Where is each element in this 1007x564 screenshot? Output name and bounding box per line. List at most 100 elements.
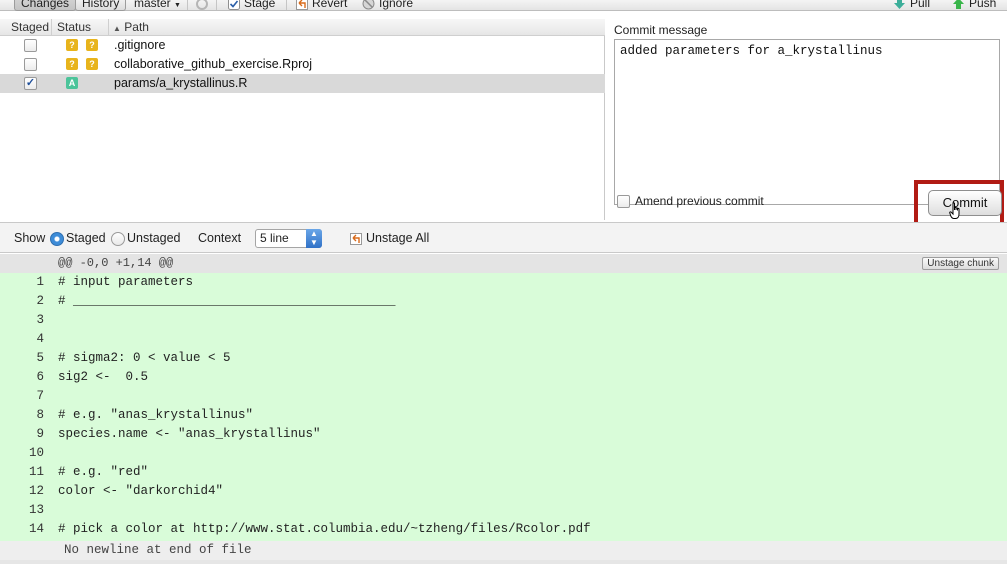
path-column-header[interactable]: ▲ Path bbox=[113, 19, 149, 36]
line-text: sig2 <- 0.5 bbox=[58, 370, 149, 384]
status-added-icon: A bbox=[66, 77, 78, 89]
unstage-icon bbox=[350, 232, 362, 245]
revert-icon bbox=[296, 0, 308, 10]
hunk-header: @@ -0,0 +1,14 @@ Unstage chunk bbox=[0, 254, 1007, 273]
line-number: 5 bbox=[36, 351, 44, 365]
staged-checkbox[interactable] bbox=[24, 39, 37, 52]
line-text: # e.g. "red" bbox=[58, 465, 149, 479]
staged-radio-label: Staged bbox=[66, 231, 106, 245]
file-path: .gitignore bbox=[114, 38, 166, 52]
unstaged-radio-label: Unstaged bbox=[127, 231, 181, 245]
history-tab-label: History bbox=[82, 0, 120, 10]
amend-checkbox-box[interactable] bbox=[617, 195, 630, 209]
context-value: 5 line bbox=[260, 231, 289, 245]
branch-dropdown[interactable]: master ▼ bbox=[134, 0, 181, 11]
staged-checkbox-checked[interactable]: ✓ bbox=[24, 77, 37, 90]
pull-label: Pull bbox=[910, 0, 931, 10]
line-number: 8 bbox=[36, 408, 44, 422]
diff-line: 7 bbox=[0, 387, 1007, 406]
file-list-header: Staged Status ▲ Path bbox=[0, 19, 605, 36]
diff-line: 4 bbox=[0, 330, 1007, 349]
status-column-header[interactable]: Status bbox=[52, 19, 109, 36]
commit-button[interactable]: Commit bbox=[928, 190, 1002, 216]
line-text: # ______________________________________… bbox=[58, 294, 396, 308]
line-number: 7 bbox=[36, 389, 44, 403]
file-path: params/a_krystallinus.R bbox=[114, 76, 248, 90]
push-arrow-icon bbox=[953, 0, 964, 10]
revert-label: Revert bbox=[312, 0, 348, 10]
ignore-icon bbox=[362, 0, 375, 10]
diff-line: 5 # sigma2: 0 < value < 5 bbox=[0, 349, 1007, 368]
sort-ascending-icon: ▲ bbox=[113, 24, 121, 33]
refresh-button[interactable] bbox=[195, 0, 213, 11]
staged-checkbox[interactable] bbox=[24, 58, 37, 71]
line-number: 10 bbox=[28, 446, 44, 460]
line-text: # e.g. "anas_krystallinus" bbox=[58, 408, 254, 422]
line-number: 6 bbox=[36, 370, 44, 384]
status-untracked-icon: ? bbox=[86, 39, 98, 51]
stage-button[interactable]: Stage bbox=[228, 0, 275, 11]
status-untracked-icon: ? bbox=[66, 39, 78, 51]
diff-line: 6 sig2 <- 0.5 bbox=[0, 368, 1007, 387]
revert-button[interactable]: Revert bbox=[296, 0, 347, 11]
no-newline-notice: No newline at end of file bbox=[0, 541, 1007, 560]
toolbar-divider bbox=[216, 0, 217, 10]
push-label: Push bbox=[969, 0, 997, 10]
staged-radio[interactable]: Staged bbox=[50, 230, 106, 247]
unstage-all-button[interactable]: Unstage All bbox=[350, 230, 429, 247]
hand-pointer-icon bbox=[949, 202, 960, 219]
line-number: 12 bbox=[28, 484, 44, 498]
file-row[interactable]: ? ? .gitignore bbox=[0, 36, 605, 55]
diff-line: 8 # e.g. "anas_krystallinus" bbox=[0, 406, 1007, 425]
unstage-chunk-button[interactable]: Unstage chunk bbox=[922, 257, 999, 270]
ignore-button[interactable]: Ignore bbox=[362, 0, 413, 11]
line-number: 3 bbox=[36, 313, 44, 327]
toolbar: Changes History master ▼ Stage Revert Ig… bbox=[0, 0, 1007, 11]
unstaged-radio[interactable]: Unstaged bbox=[111, 230, 181, 247]
line-text: # pick a color at http://www.stat.columb… bbox=[58, 522, 591, 536]
file-list-pane: Staged Status ▲ Path ? ? .gitignore ? ? … bbox=[0, 19, 605, 220]
line-number: 4 bbox=[36, 332, 44, 346]
amend-checkbox[interactable]: Amend previous commit bbox=[617, 193, 764, 209]
stage-label: Stage bbox=[244, 0, 276, 10]
line-number: 1 bbox=[36, 275, 44, 289]
hunk-range: @@ -0,0 +1,14 @@ bbox=[58, 256, 174, 270]
diff-line: 9 species.name <- "anas_krystallinus" bbox=[0, 425, 1007, 444]
diff-line: 14 # pick a color at http://www.stat.colu… bbox=[0, 520, 1007, 539]
diff-line: 12 color <- "darkorchid4" bbox=[0, 482, 1007, 501]
radio-icon[interactable] bbox=[111, 231, 125, 246]
staged-column-header[interactable]: Staged bbox=[0, 19, 52, 36]
line-number: 2 bbox=[36, 294, 44, 308]
changes-tab[interactable]: Changes bbox=[14, 0, 77, 11]
toolbar-divider bbox=[286, 0, 287, 10]
diff-line: 2 # _____________________________________… bbox=[0, 292, 1007, 311]
ignore-label: Ignore bbox=[379, 0, 414, 10]
scrollbar-track[interactable] bbox=[0, 560, 1007, 564]
diff-controls-bar: Show Staged Unstaged Context 5 line ▲ ▼ U… bbox=[0, 222, 1007, 253]
context-select[interactable]: 5 line ▲ ▼ bbox=[255, 229, 322, 248]
line-text: # input parameters bbox=[58, 275, 194, 289]
unstage-all-label: Unstage All bbox=[366, 231, 430, 245]
select-arrows-icon: ▲ ▼ bbox=[306, 229, 322, 248]
refresh-icon bbox=[196, 0, 208, 10]
show-label: Show bbox=[14, 231, 46, 245]
pull-button[interactable]: Pull bbox=[893, 0, 930, 11]
status-untracked-icon: ? bbox=[66, 58, 78, 70]
diff-body: 1 # input parameters 2 # _________________… bbox=[0, 273, 1007, 541]
branch-label: master bbox=[134, 0, 171, 10]
push-button[interactable]: Push bbox=[952, 0, 996, 11]
status-untracked-icon: ? bbox=[86, 58, 98, 70]
pull-arrow-icon bbox=[894, 0, 905, 10]
line-number: 13 bbox=[28, 503, 44, 517]
radio-selected-icon[interactable] bbox=[50, 231, 64, 246]
checkbox-icon bbox=[228, 0, 240, 10]
file-row-selected[interactable]: ✓ A params/a_krystallinus.R bbox=[0, 74, 605, 93]
diff-line: 1 # input parameters bbox=[0, 273, 1007, 292]
diff-line: 3 bbox=[0, 311, 1007, 330]
file-row[interactable]: ? ? collaborative_github_exercise.Rproj bbox=[0, 55, 605, 74]
history-tab[interactable]: History bbox=[75, 0, 127, 11]
line-number: 11 bbox=[28, 465, 44, 479]
line-number: 14 bbox=[28, 522, 44, 536]
diff-line: 10 bbox=[0, 444, 1007, 463]
diff-line: 13 bbox=[0, 501, 1007, 520]
